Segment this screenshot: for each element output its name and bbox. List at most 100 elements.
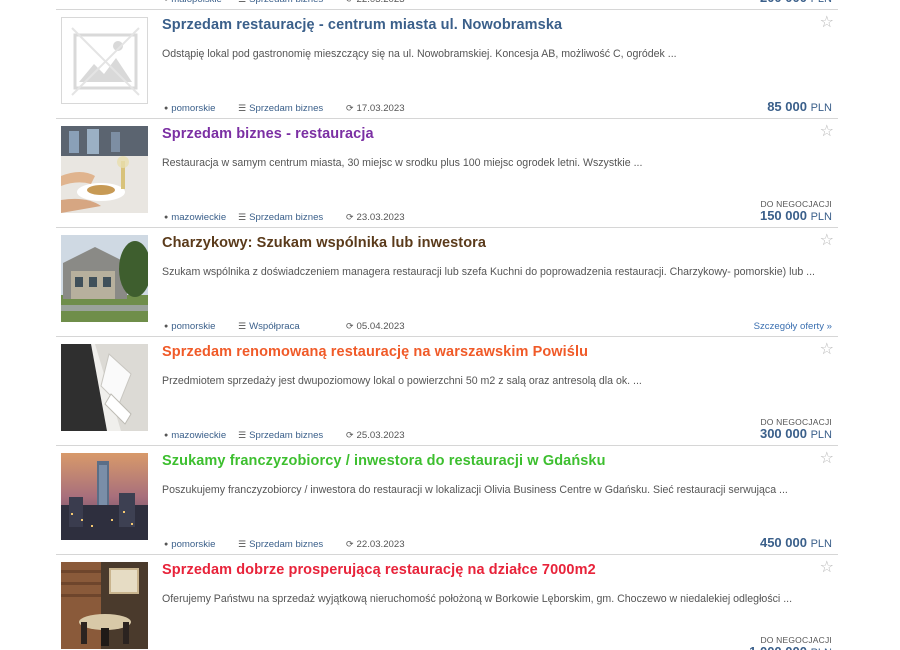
listing-meta: ●małopolskie ☰Sprzedam biznes ⟳22.03.202…	[164, 0, 405, 5]
listing-region-text: małopolskie	[171, 0, 222, 5]
listing-region[interactable]: ● pomorskie	[164, 321, 238, 332]
listing-description: Odstąpię lokal pod gastronomię mieszcząc…	[162, 48, 677, 60]
listing-meta: ● mazowieckie ☰ Sprzedam biznes ⟳ 25.03.202…	[164, 430, 405, 441]
listing-region[interactable]: ● mazowieckie	[164, 212, 238, 223]
price-currency: PLN	[811, 0, 832, 5]
listing-price: 300 000 PLN	[760, 426, 832, 441]
listing-item[interactable]: Sprzedam renomowaną restaurację na warsz…	[56, 337, 838, 446]
listing-item[interactable]: Sprzedam dobrze prosperującą restaurację…	[56, 555, 838, 650]
price-value: 200 000	[760, 0, 807, 5]
listing-region-text: pomorskie	[171, 539, 216, 550]
listing-meta: ● pomorskie ☰ Sprzedam biznes ⟳ 17.03.2023	[164, 103, 405, 114]
listing-region-text: mazowieckie	[171, 430, 227, 441]
listing-title[interactable]: Szukamy franczyzobiorcy / inwestora do r…	[162, 453, 606, 469]
photo-dining-room[interactable]	[61, 562, 148, 649]
listing-category[interactable]: ☰Sprzedam biznes	[238, 103, 346, 114]
listing-category-text: Sprzedam biznes	[249, 539, 324, 550]
listing-region[interactable]: ● pomorskie	[164, 539, 238, 550]
listing-description: Szukam wspólnika z doświadczeniem manage…	[162, 266, 815, 278]
clock-refresh-icon: ⟳	[346, 430, 354, 440]
clock-refresh-icon: ⟳	[346, 0, 354, 5]
listing-item[interactable]: Sprzedam biznes - restauracja Restauracj…	[56, 119, 838, 228]
listing-category-text: Współpraca	[249, 321, 300, 332]
listing-item[interactable]: Charzykowy: Szukam wspólnika lub inwesto…	[56, 228, 838, 337]
listing-title[interactable]: Sprzedam restaurację - centrum miasta ul…	[162, 17, 562, 33]
image-placeholder-icon[interactable]	[61, 17, 148, 104]
listing-category[interactable]: ☰Sprzedam biznes	[238, 430, 346, 441]
photo-city-skyline[interactable]	[61, 453, 148, 540]
listing-meta: ● pomorskie ☰ Sprzedam biznes ⟳ 22.03.2023	[164, 539, 405, 550]
price-currency: PLN	[810, 211, 832, 223]
listing-date-text: 22.03.2023	[356, 539, 405, 550]
listing-item[interactable]: ☆ ●małopolskie ☰Sprzedam biznes ⟳22.03.2…	[56, 0, 838, 10]
price-value: 1 000 000	[749, 644, 807, 650]
price-value: 300 000	[759, 426, 807, 441]
listing-title[interactable]: Sprzedam renomowaną restaurację na warsz…	[162, 344, 588, 360]
listing-date: ⟳ 23.03.2023	[346, 212, 405, 223]
listing-date: ⟳ 17.03.2023	[346, 103, 405, 114]
listing-category[interactable]: ☰Sprzedam biznes	[238, 0, 346, 5]
listing-title[interactable]: Sprzedam biznes - restauracja	[162, 126, 374, 142]
list-icon: ☰	[238, 321, 247, 331]
listing-region-text: pomorskie	[171, 103, 216, 114]
listing-title[interactable]: Sprzedam dobrze prosperującą restaurację…	[162, 562, 596, 578]
listing-category[interactable]: ☰Sprzedam biznes	[238, 212, 346, 223]
favorite-star-icon[interactable]: ☆	[820, 233, 834, 249]
map-pin-icon: ●	[164, 0, 168, 3]
favorite-star-icon[interactable]: ☆	[820, 560, 834, 576]
favorite-star-icon[interactable]: ☆	[820, 15, 834, 31]
listing-region-text: pomorskie	[171, 321, 216, 332]
listing-date-text: 25.03.2023	[356, 430, 405, 441]
listing-category-text: Sprzedam biznes	[249, 212, 324, 223]
listing-price: 450 000 PLN	[760, 535, 832, 550]
listing-date: ⟳22.03.2023	[346, 539, 405, 550]
listing-meta: ● pomorskie ☰ Współpraca ⟳ 05.04.2023	[164, 321, 405, 332]
listing-description: Oferujemy Państwu na sprzedaż wyjątkową …	[162, 593, 793, 605]
price-value: 85 000	[767, 99, 807, 114]
clock-refresh-icon: ⟳	[346, 212, 354, 222]
price-currency: PLN	[810, 102, 832, 114]
map-pin-icon: ●	[164, 541, 169, 548]
favorite-star-icon[interactable]: ☆	[820, 124, 834, 140]
list-icon: ☰	[238, 212, 247, 222]
favorite-star-icon[interactable]: ☆	[820, 342, 834, 358]
listing-category[interactable]: ☰ Współpraca	[238, 321, 346, 332]
listing-price: 150 000 PLN	[760, 208, 832, 223]
listing-region[interactable]: ● pomorskie	[164, 103, 238, 114]
listing-date-text: 22.03.2023	[357, 0, 405, 5]
listing-region[interactable]: ● mazowieckie	[164, 430, 238, 441]
listing-description: Restauracja w samym centrum miasta, 30 m…	[162, 157, 643, 169]
price-value: 450 000	[759, 535, 807, 550]
listing-category[interactable]: ☰Sprzedam biznes	[238, 539, 346, 550]
list-icon: ☰	[238, 430, 247, 440]
map-pin-icon: ●	[164, 432, 169, 439]
listing-meta: ● mazowieckie ☰ Sprzedam biznes ⟳ 23.03.202…	[164, 212, 405, 223]
listing-price: 1 000 000 PLN	[749, 644, 832, 650]
listing-category-text: Sprzedam biznes	[249, 103, 324, 114]
photo-house-exterior[interactable]	[61, 235, 148, 322]
list-icon: ☰	[238, 0, 246, 5]
listing-description: Przedmiotem sprzedaży jest dwupoziomowy …	[162, 375, 642, 387]
listing-region[interactable]: ●małopolskie	[164, 0, 238, 5]
listing-item[interactable]: Sprzedam restaurację - centrum miasta ul…	[56, 10, 838, 119]
price-currency: PLN	[810, 538, 832, 550]
clock-refresh-icon: ⟳	[346, 539, 354, 549]
listing-date: ⟳22.03.2023	[346, 0, 405, 5]
photo-restaurant-table[interactable]	[61, 126, 148, 213]
list-icon: ☰	[238, 103, 247, 113]
listing-date: ⟳ 05.04.2023	[346, 321, 405, 332]
listing-item[interactable]: Szukamy franczyzobiorcy / inwestora do r…	[56, 446, 838, 555]
listing-title[interactable]: Charzykowy: Szukam wspólnika lub inwesto…	[162, 235, 486, 251]
price-currency: PLN	[810, 429, 832, 441]
clock-refresh-icon: ⟳	[346, 321, 354, 331]
map-pin-icon: ●	[164, 323, 169, 330]
listing-date-text: 23.03.2023	[356, 212, 405, 223]
listing-region-text: mazowieckie	[171, 212, 227, 223]
listing-description: Poszukujemy franczyzobiorcy / inwestora …	[162, 484, 788, 496]
listing-price: 85 000 PLN	[767, 99, 832, 114]
list-icon: ☰	[238, 539, 247, 549]
details-link[interactable]: Szczegóły oferty »	[754, 321, 832, 332]
favorite-star-icon[interactable]: ☆	[820, 451, 834, 467]
clock-refresh-icon: ⟳	[346, 103, 354, 113]
photo-white-interior[interactable]	[61, 344, 148, 431]
